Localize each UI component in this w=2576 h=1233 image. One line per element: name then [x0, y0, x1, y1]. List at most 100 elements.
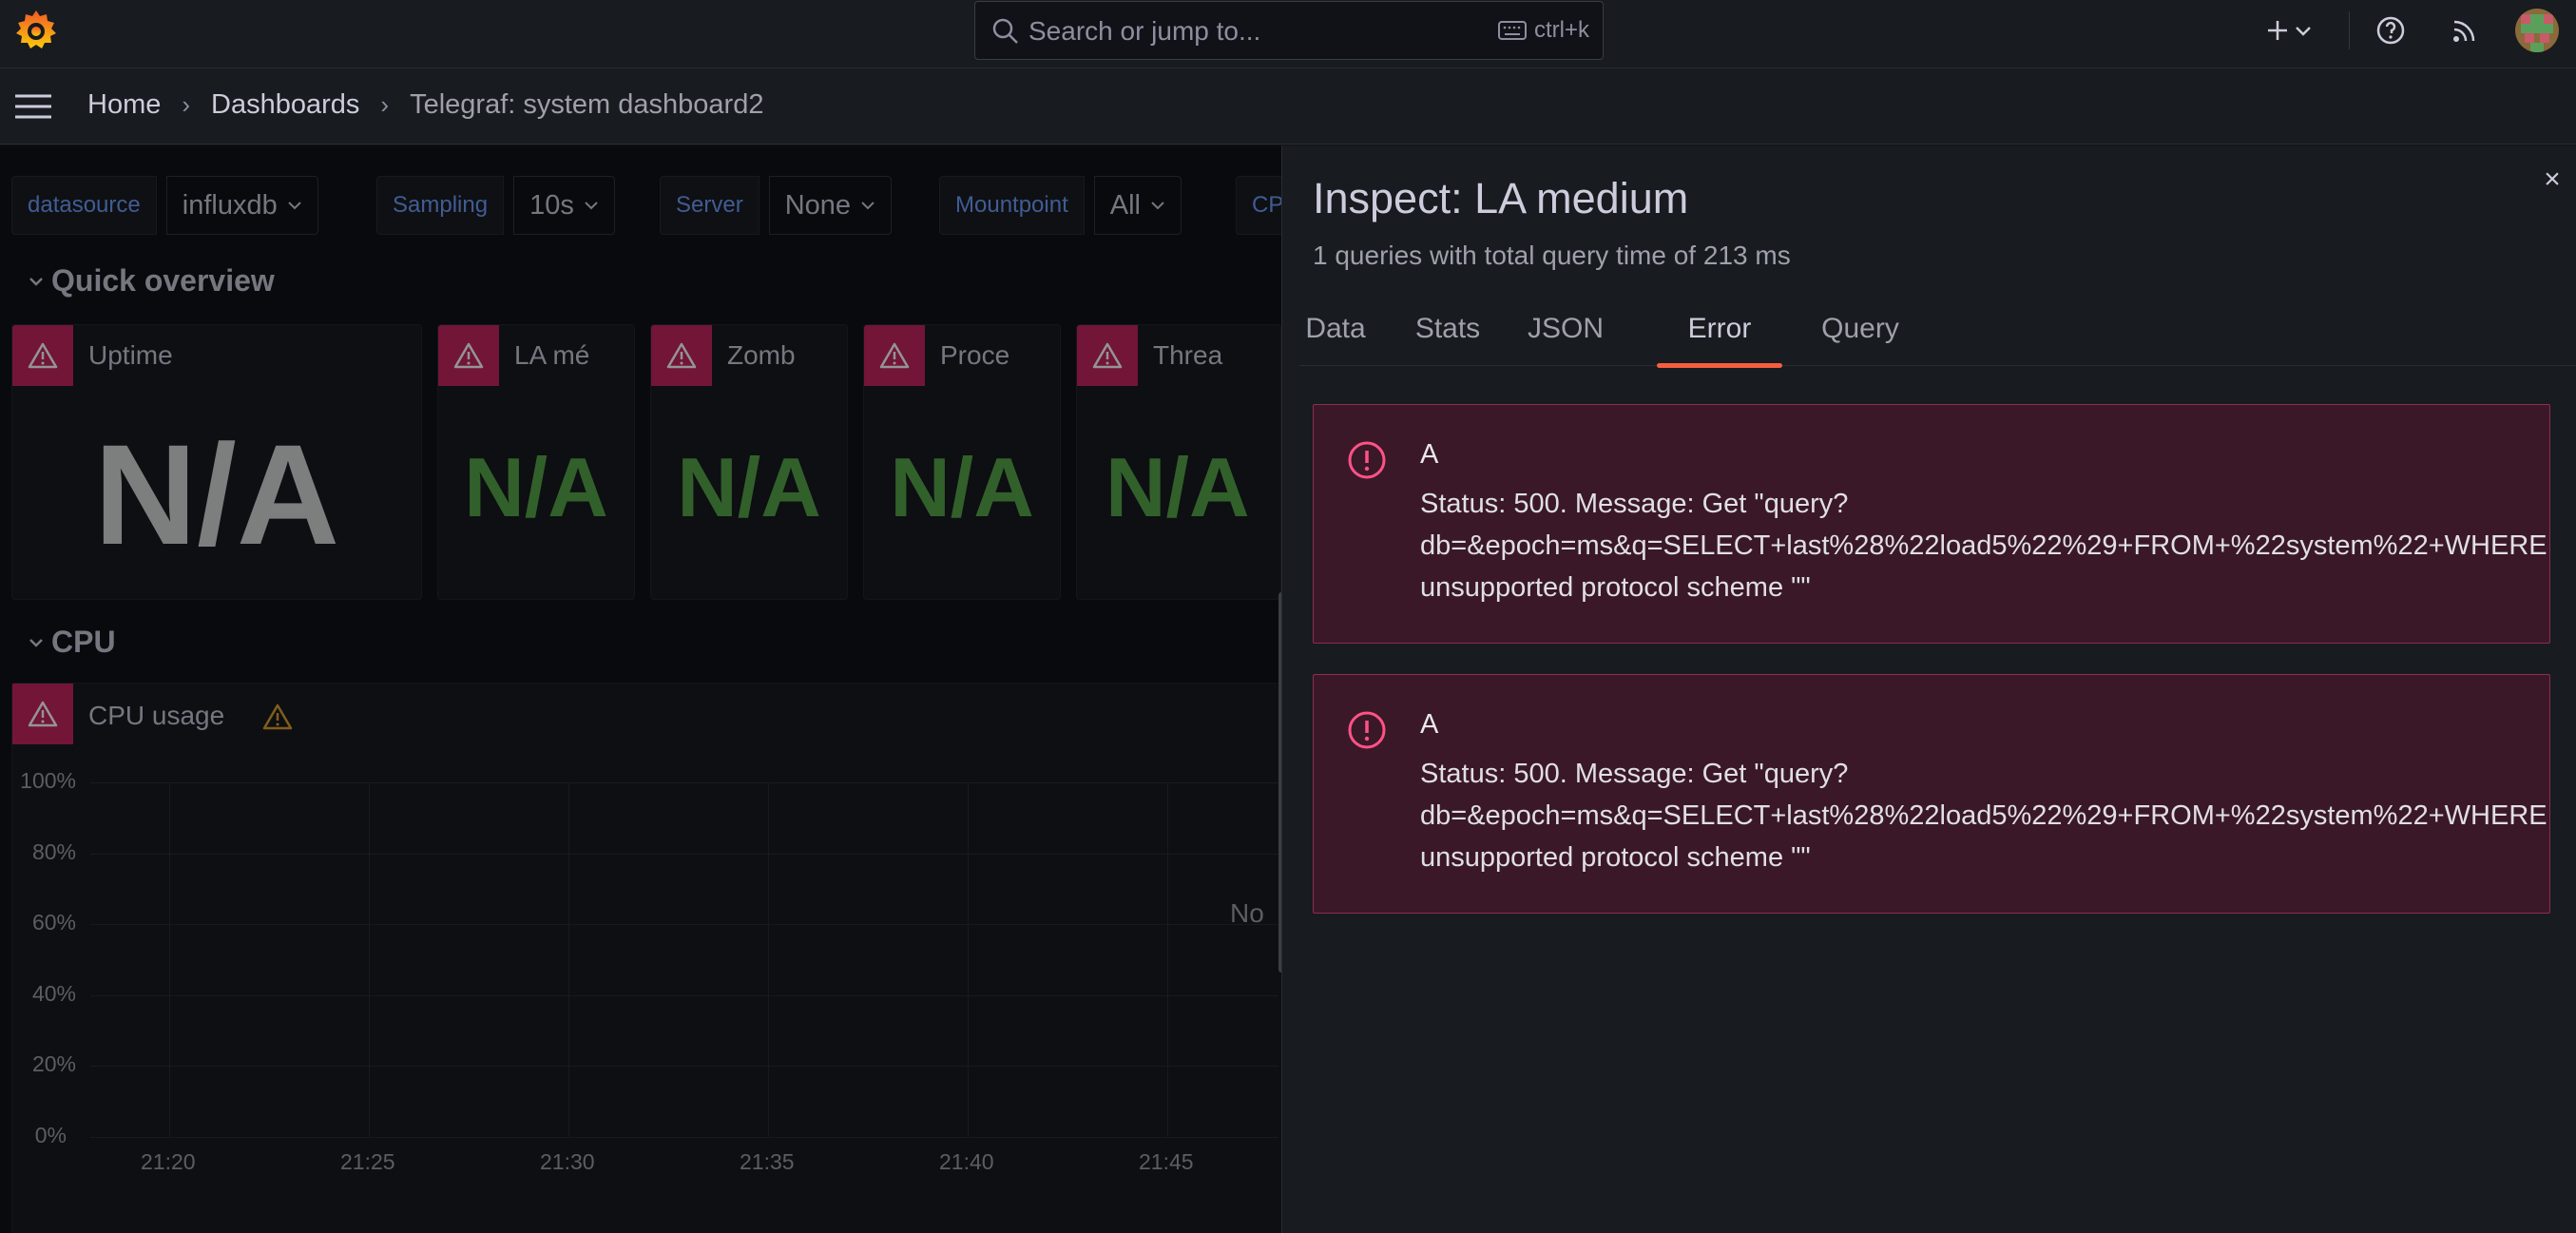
no-data-message: No [1230, 898, 1264, 928]
variable-value: influxdb [182, 189, 278, 221]
error-message-line: unsupported protocol scheme "" [1420, 572, 1811, 603]
chevron-down-icon [29, 277, 43, 286]
error-message-line: db=&epoch=ms&q=SELECT+last%28%22load5%22… [1420, 530, 2547, 561]
stat-value: N/A [464, 440, 608, 534]
breadcrumb: Home › Dashboards › Telegraf: system das… [87, 89, 763, 121]
stat-value: N/A [93, 414, 340, 574]
variable-sampling[interactable]: Sampling 10s [376, 176, 615, 235]
panel-title: Zomb [727, 340, 796, 370]
tab-json[interactable]: JSON [1524, 313, 1607, 366]
grid-line [90, 854, 1278, 855]
inspect-drawer: Inspect: LA medium 1 queries with total … [1281, 145, 2576, 1233]
drawer-title: Inspect: LA medium [1313, 174, 1689, 222]
row-quick-overview[interactable]: Quick overview [29, 263, 275, 299]
panel-uptime[interactable]: Uptime N/A [11, 324, 422, 600]
toolbar-divider [2349, 11, 2350, 49]
help-icon[interactable] [2374, 13, 2408, 48]
grafana-logo-icon[interactable] [13, 8, 59, 53]
panel-threads[interactable]: Threa N/A [1076, 324, 1281, 600]
breadcrumb-dashboards[interactable]: Dashboards [211, 89, 359, 121]
tab-label: Data [1305, 313, 1366, 344]
panel-error-badge[interactable] [651, 325, 712, 386]
variable-label: Mountpoint [939, 176, 1085, 235]
panel-zombies[interactable]: Zomb N/A [650, 324, 848, 600]
plus-icon[interactable] [2260, 13, 2295, 48]
tab-label: Query [1821, 313, 1899, 344]
search-bar[interactable]: Search or jump to... ctrl+k [974, 1, 1604, 60]
exclamation-circle-icon [1348, 441, 1386, 479]
panel-error-badge[interactable] [1077, 325, 1138, 386]
x-tick-label: 21:20 [141, 1149, 196, 1174]
stat-value: N/A [890, 440, 1034, 534]
variable-select[interactable]: None [768, 176, 893, 235]
variable-mountpoint[interactable]: Mountpoint All [939, 176, 1182, 235]
user-avatar[interactable] [2515, 9, 2559, 52]
breadcrumb-home[interactable]: Home [87, 89, 161, 121]
row-cpu[interactable]: CPU [29, 625, 116, 660]
panel-cpu-usage[interactable]: CPU usage [11, 683, 1281, 1233]
panel-error-badge[interactable] [12, 684, 73, 744]
panel-error-badge[interactable] [438, 325, 499, 386]
panel-error-badge[interactable] [12, 325, 73, 386]
variable-label: datasource [11, 176, 157, 235]
stat-value: N/A [1105, 440, 1250, 534]
y-tick-label: 100% [20, 768, 76, 793]
menu-icon[interactable] [13, 91, 53, 122]
variable-datasource[interactable]: datasource influxdb [11, 176, 318, 235]
row-title: CPU [51, 625, 116, 659]
error-message-line: Status: 500. Message: Get "query? [1420, 489, 1849, 519]
panel-error-badge[interactable] [864, 325, 925, 386]
chevron-down-icon [288, 202, 301, 210]
search-placeholder: Search or jump to... [1028, 16, 1261, 46]
top-navbar: Search or jump to... ctrl+k [0, 0, 2576, 68]
chevron-down-icon [585, 202, 598, 210]
exclamation-circle-icon [1348, 711, 1386, 749]
variable-select[interactable]: 10s [513, 176, 615, 235]
warning-icon [453, 342, 484, 369]
tab-label: Stats [1414, 313, 1481, 344]
close-icon[interactable]: × [2533, 161, 2571, 199]
panel-title: LA mé [514, 340, 590, 370]
variable-value: None [784, 189, 852, 221]
warning-icon[interactable] [261, 703, 294, 731]
grid-line [90, 995, 1278, 996]
chevron-down-icon[interactable] [2293, 13, 2314, 48]
variable-select[interactable]: influxdb [165, 176, 318, 235]
chevron-right-icon: › [182, 90, 191, 119]
panel-title: Uptime [88, 340, 173, 370]
y-tick-label: 0% [34, 1123, 67, 1147]
error-message-line: db=&epoch=ms&q=SELECT+last%28%22load5%22… [1420, 800, 2547, 831]
row-title: Quick overview [51, 263, 275, 298]
y-tick-label: 80% [31, 839, 76, 864]
y-tick-label: 40% [31, 981, 76, 1006]
tab-data[interactable]: Data [1299, 313, 1372, 366]
panel-title: CPU usage [88, 701, 225, 730]
tab-stats[interactable]: Stats [1406, 313, 1490, 366]
tab-error[interactable]: Error [1657, 313, 1782, 368]
x-tick-label: 21:40 [939, 1149, 994, 1174]
keyboard-icon [1497, 21, 1527, 40]
panel-processes[interactable]: Proce N/A [863, 324, 1061, 600]
warning-icon [879, 342, 910, 369]
panel-la-medium[interactable]: LA mé N/A [437, 324, 635, 600]
error-alert: A Status: 500. Message: Get "query? db=&… [1313, 674, 2550, 914]
x-tick-label: 21:25 [340, 1149, 395, 1174]
grid-line [90, 924, 1278, 925]
error-refid: A [1420, 709, 1439, 740]
warning-icon [28, 342, 58, 369]
error-message-line: unsupported protocol scheme "" [1420, 842, 1811, 873]
news-rss-icon[interactable] [2448, 13, 2482, 48]
grid-line [369, 782, 370, 1137]
variable-label: CP [1236, 176, 1281, 235]
variable-server[interactable]: Server None [660, 176, 893, 235]
grid-line [568, 782, 569, 1137]
warning-icon [28, 701, 58, 727]
grid-line [1167, 782, 1168, 1137]
variable-select[interactable]: All [1093, 176, 1182, 235]
tab-query[interactable]: Query [1815, 313, 1906, 366]
chevron-right-icon: › [380, 90, 390, 119]
variable-cpu[interactable]: CP [1236, 176, 1281, 235]
variable-label: Sampling [376, 176, 505, 235]
breadcrumb-current: Telegraf: system dashboard2 [410, 89, 764, 120]
grid-line [90, 1066, 1278, 1067]
